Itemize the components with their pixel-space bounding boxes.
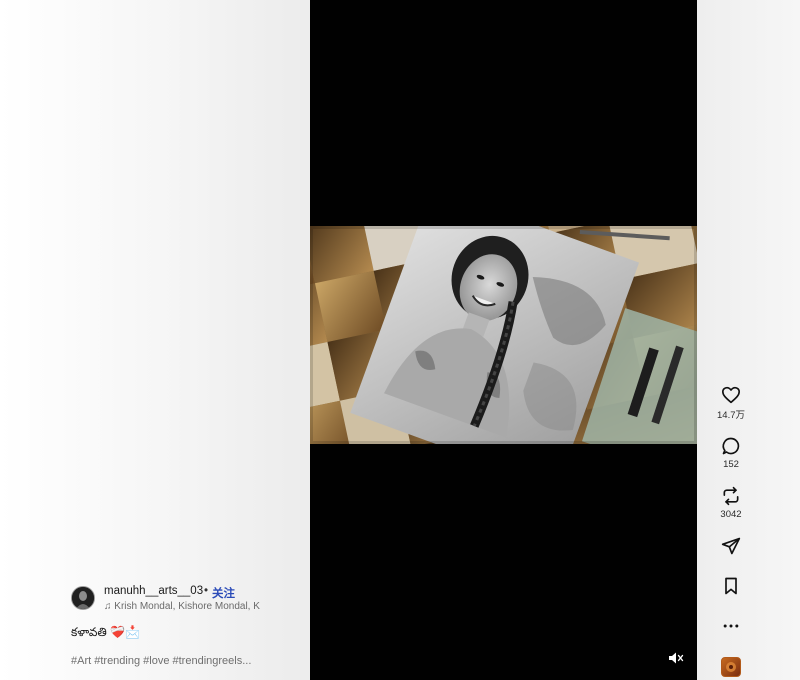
comment-icon	[722, 437, 740, 455]
send-icon	[721, 537, 741, 555]
repost-count: 3042	[720, 509, 742, 520]
author-username[interactable]: manuhh__arts__03	[104, 585, 203, 597]
more-icon	[723, 624, 739, 628]
music-thumbnail[interactable]	[721, 657, 741, 677]
comment-button[interactable]: 152	[711, 436, 751, 470]
repost-button[interactable]: 3042	[711, 486, 751, 520]
music-info[interactable]: ♫ Krish Mondal, Kishore Mondal, K	[104, 601, 264, 612]
heart-icon	[721, 386, 740, 404]
comment-count: 152	[723, 459, 739, 470]
hashtags[interactable]: #Art #trending #love #trendingreels...	[71, 655, 251, 667]
mute-icon[interactable]	[666, 648, 686, 668]
like-button[interactable]: 14.7万	[711, 386, 751, 421]
separator-dot: •	[204, 585, 209, 597]
follow-button[interactable]: 关注	[212, 585, 235, 601]
author-info: manuhh__arts__03 • 关注 ♫ Krish Mondal, Ki…	[71, 585, 271, 615]
avatar[interactable]	[71, 586, 95, 610]
more-options-button[interactable]	[711, 616, 751, 636]
save-button[interactable]	[711, 576, 751, 596]
bookmark-icon	[725, 577, 737, 595]
share-button[interactable]	[711, 536, 751, 556]
video-player[interactable]	[310, 0, 697, 680]
repost-icon	[723, 486, 739, 506]
like-count: 14.7万	[717, 410, 745, 421]
video-frame-artwork	[310, 226, 697, 444]
music-title: Krish Mondal, Kishore Mondal, K	[114, 601, 260, 612]
music-note-icon: ♫	[104, 601, 112, 612]
video-frame	[310, 226, 697, 444]
caption-text: కళావతి ❤️‍🩹📩	[71, 625, 141, 639]
